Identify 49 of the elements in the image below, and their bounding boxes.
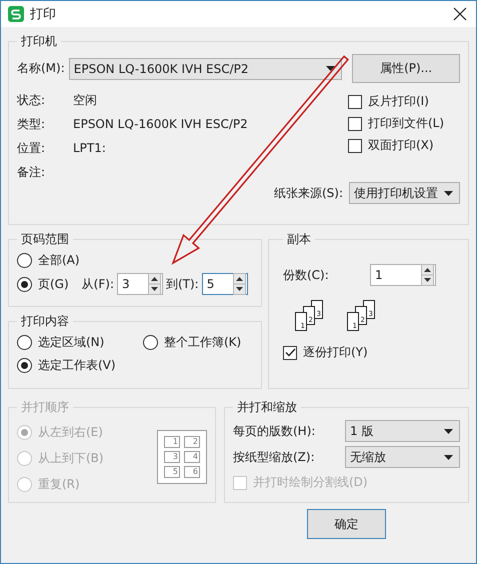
- radio-label: 整个工作簿(K): [164, 334, 242, 351]
- checkbox-label: 反片打印(I): [368, 93, 429, 110]
- checkbox-label: 逐份打印(Y): [303, 344, 368, 361]
- group-title: 副本: [286, 231, 312, 248]
- page-number: 3: [164, 450, 180, 462]
- radio-label: 全部(A): [38, 252, 80, 269]
- radio-label: 选定区域(N): [38, 334, 104, 351]
- checkbox-label: 并打时绘制分割线(D): [253, 474, 368, 491]
- page-number: 5: [164, 466, 180, 478]
- radio-label: 页(G): [38, 276, 69, 292]
- radio-label: 从上到下(B): [38, 450, 104, 467]
- properties-button[interactable]: 属性(P)...: [352, 54, 460, 83]
- group-title: 打印内容: [20, 313, 70, 330]
- info-label: 状态:: [17, 92, 46, 108]
- group-title: 页码范围: [20, 231, 70, 248]
- field-label: 纸张来源(S):: [274, 184, 343, 202]
- field-label: 按纸型缩放(Z):: [233, 448, 316, 466]
- checkbox-label: 打印到文件(L): [368, 115, 444, 132]
- to-page-field[interactable]: 5: [202, 273, 248, 295]
- group-title: 打印机: [20, 33, 58, 50]
- window-title: 打印: [30, 6, 56, 23]
- info-label: 备注:: [17, 164, 46, 180]
- info-value: EPSON LQ-1600K IVH ESC/P2: [73, 117, 248, 131]
- page-number: 1: [164, 436, 180, 448]
- info-label: 位置:: [17, 140, 46, 156]
- info-value: 空闲: [73, 92, 97, 108]
- ok-button[interactable]: 确定: [307, 509, 386, 539]
- field-label: 份数(C):: [283, 266, 329, 284]
- field-label: 从(F):: [82, 276, 114, 292]
- field-label: 名称(M):: [17, 60, 65, 77]
- radio-label: 重复(R): [38, 476, 80, 493]
- dropdown[interactable]: 无缩放: [345, 446, 460, 468]
- page-number: 2: [184, 436, 200, 448]
- info-value: LPT1:: [73, 141, 106, 155]
- field-label: 到(T):: [166, 276, 199, 292]
- radio-label: 从左到右(E): [38, 424, 103, 441]
- group-title: 并打顺序: [20, 399, 70, 416]
- copies-field[interactable]: 1: [370, 264, 436, 286]
- dropdown[interactable]: 使用打印机设置: [349, 182, 460, 204]
- page-number: 6: [184, 466, 200, 478]
- checkbox-label: 双面打印(X): [368, 137, 434, 154]
- page-number: 4: [184, 450, 200, 462]
- group-title: 并打和缩放: [236, 399, 298, 416]
- from-page-field[interactable]: 3: [116, 273, 163, 295]
- info-label: 类型:: [17, 116, 46, 132]
- radio-label: 选定工作表(V): [38, 357, 116, 374]
- field-label: 每页的版数(H):: [233, 422, 316, 440]
- dropdown[interactable]: EPSON LQ-1600K IVH ESC/P2: [68, 58, 342, 80]
- dropdown[interactable]: 1 版: [345, 420, 460, 442]
